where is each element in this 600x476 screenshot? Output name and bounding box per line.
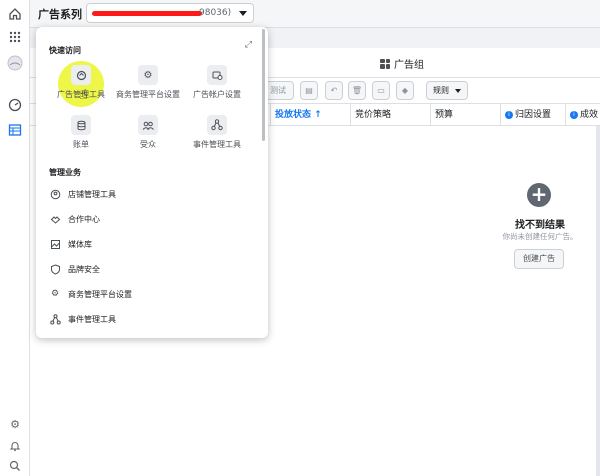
clipboard-icon[interactable]: ▤ bbox=[300, 81, 318, 100]
ads-manager-icon bbox=[71, 65, 91, 85]
add-circle-icon: + bbox=[527, 183, 551, 207]
media-library-icon bbox=[49, 238, 61, 250]
top-bar: 广告系列 98036) bbox=[30, 0, 600, 28]
menu-item-media-library[interactable]: 媒体库 bbox=[49, 236, 92, 252]
tag-icon[interactable]: ◆ bbox=[396, 81, 414, 100]
empty-state-title: 找不到结果 bbox=[515, 220, 565, 231]
dashboard-icon[interactable] bbox=[5, 95, 25, 115]
ab-test-label: 测试 bbox=[270, 86, 286, 95]
gear-icon: ⚙ bbox=[138, 65, 158, 85]
notifications-bell-icon[interactable] bbox=[8, 439, 22, 453]
business-tools-menu: ⤢ 快速访问 广告管理工具 ⚙ 商务管理平台设置 广告帐户设置 账单 受众 事件… bbox=[36, 27, 268, 338]
shield-icon bbox=[49, 263, 61, 275]
column-delivery-status[interactable]: 投放状态 ↑ bbox=[270, 104, 350, 126]
column-attribution-setting[interactable]: i 归因设置 bbox=[500, 104, 565, 126]
redaction-bar bbox=[92, 11, 202, 16]
events-manager-icon bbox=[207, 115, 227, 135]
empty-state-subtitle: 你尚未创建任何广告。 bbox=[502, 232, 578, 241]
rules-dropdown[interactable]: 规则 bbox=[426, 81, 468, 100]
account-avatar[interactable] bbox=[5, 53, 25, 73]
tab-ad-sets-label: 广告组 bbox=[394, 60, 424, 71]
events-manager-icon bbox=[49, 313, 61, 325]
trash-icon[interactable]: 🗑 bbox=[348, 81, 366, 100]
comment-icon[interactable]: ▭ bbox=[372, 81, 390, 100]
rules-label: 规则 bbox=[433, 86, 449, 95]
menu-item-events-manager[interactable]: 事件管理工具 bbox=[49, 311, 116, 327]
manage-business-heading: 管理业务 bbox=[49, 168, 81, 177]
menu-scrollbar[interactable] bbox=[262, 29, 265, 141]
info-icon: i bbox=[570, 110, 578, 119]
home-icon[interactable] bbox=[5, 4, 25, 24]
menu-item-brand-safety[interactable]: 品牌安全 bbox=[49, 261, 100, 277]
menu-item-commerce-manager[interactable]: 店铺管理工具 bbox=[49, 186, 116, 202]
info-icon: i bbox=[505, 110, 513, 119]
ad-account-selector[interactable]: 98036) bbox=[86, 3, 254, 23]
billing-icon bbox=[71, 115, 91, 135]
search-icon[interactable] bbox=[8, 459, 22, 473]
expand-icon[interactable]: ⤢ bbox=[245, 40, 252, 50]
left-rail: ⚙ bbox=[0, 0, 30, 476]
page-title: 广告系列 bbox=[38, 8, 82, 21]
chevron-down-icon bbox=[455, 88, 461, 93]
quick-item-ad-account-settings[interactable]: 广告帐户设置 bbox=[182, 65, 252, 100]
create-ad-button[interactable]: 创建广告 bbox=[514, 249, 564, 269]
menu-item-partnership-center[interactable]: 合作中心 bbox=[49, 211, 100, 227]
shop-icon bbox=[49, 188, 61, 200]
column-bid-strategy[interactable]: 竞价策略 bbox=[350, 104, 430, 126]
partnership-icon bbox=[49, 213, 61, 225]
apps-grid-icon[interactable] bbox=[5, 27, 25, 47]
ad-set-grid-icon bbox=[380, 58, 390, 69]
settings-gear-icon[interactable]: ⚙ bbox=[8, 417, 22, 431]
quick-item-audiences[interactable]: 受众 bbox=[113, 115, 183, 150]
quick-access-heading: 快速访问 bbox=[49, 46, 81, 55]
tab-ad-sets[interactable]: 广告组 bbox=[380, 56, 424, 71]
quick-item-billing[interactable]: 账单 bbox=[46, 115, 116, 150]
hand-cursor-icon: ☝ bbox=[79, 87, 88, 103]
quick-item-business-settings[interactable]: ⚙ 商务管理平台设置 bbox=[113, 65, 183, 100]
table-scrollbar[interactable] bbox=[596, 126, 600, 476]
quick-item-events-manager[interactable]: 事件管理工具 bbox=[182, 115, 252, 150]
column-budget[interactable]: 预算 bbox=[430, 104, 500, 126]
ad-account-settings-icon bbox=[207, 65, 227, 85]
account-id-suffix: 98036) bbox=[199, 8, 232, 18]
gear-icon: ⚙ bbox=[50, 289, 60, 299]
chevron-down-icon bbox=[239, 11, 247, 16]
audience-icon bbox=[138, 115, 158, 135]
menu-item-business-settings[interactable]: ⚙ 商务管理平台设置 bbox=[49, 286, 132, 302]
undo-icon[interactable]: ↶ bbox=[325, 81, 343, 100]
campaigns-table-icon[interactable] bbox=[5, 120, 25, 140]
column-results[interactable]: i 成效 bbox=[565, 104, 600, 126]
